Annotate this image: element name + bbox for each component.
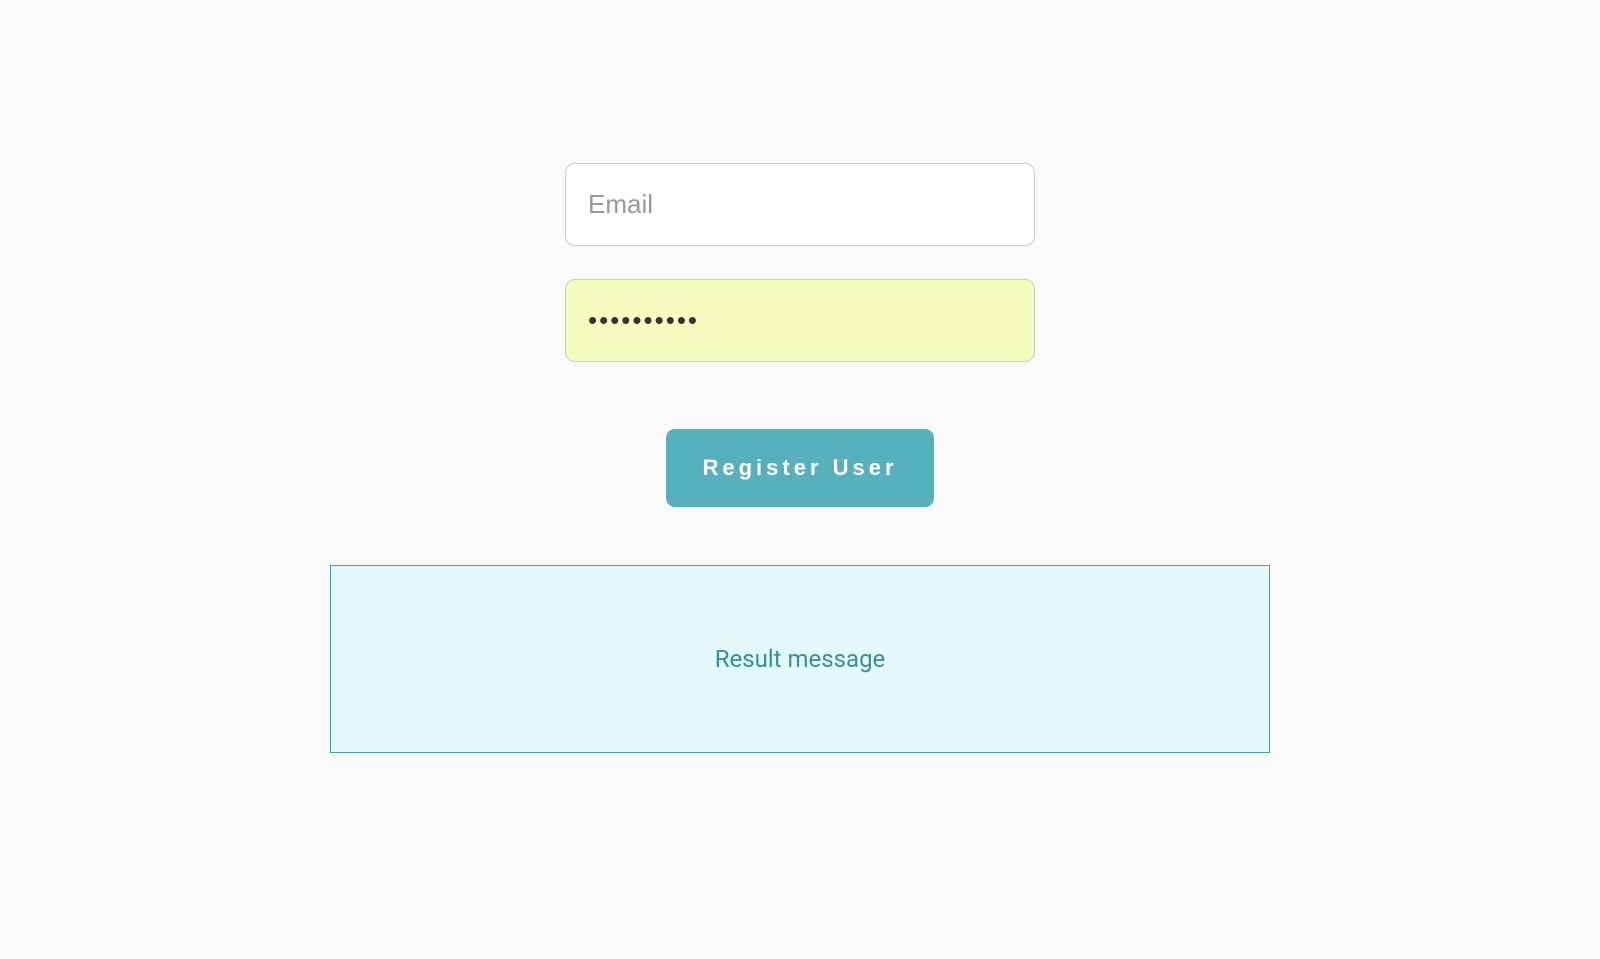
email-field[interactable] [565, 163, 1035, 246]
password-field[interactable] [565, 279, 1035, 362]
register-form-container: Register User Result message [0, 0, 1600, 753]
result-message-text: Result message [715, 645, 886, 673]
register-user-button[interactable]: Register User [666, 429, 933, 507]
result-message-box: Result message [330, 565, 1270, 753]
